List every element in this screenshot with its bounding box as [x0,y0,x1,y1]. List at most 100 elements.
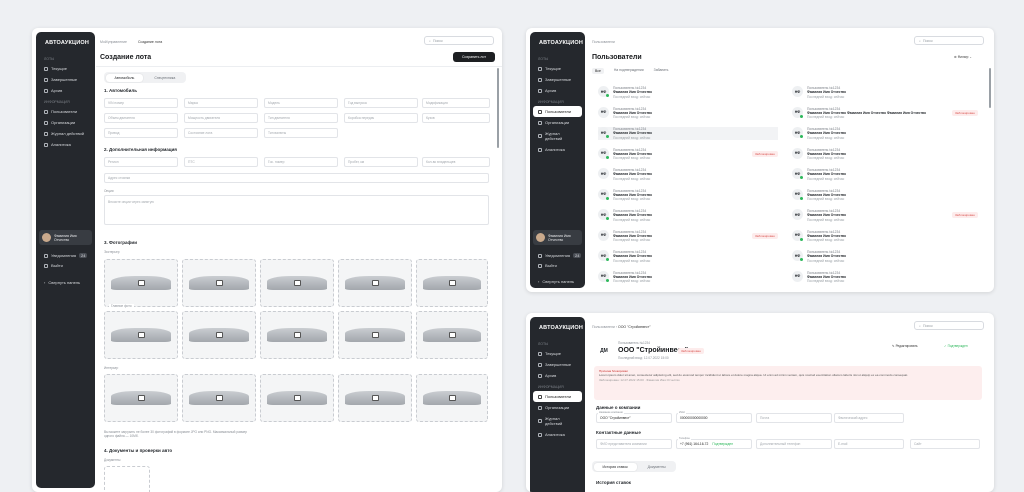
menu-item-users[interactable]: Пользователи [36,106,95,117]
menu-item-log[interactable]: Журнал действий [530,413,585,429]
form-field[interactable]: Год выпуска [344,98,418,108]
filter-button[interactable]: ⚙ Фильтр ⌄ [954,55,972,59]
scrollbar[interactable] [989,68,991,108]
company-field[interactable]: Фактический адрес [834,413,904,423]
form-field[interactable]: Тип двигателя [264,113,338,123]
form-field[interactable]: Привод [104,128,178,138]
collapse-button[interactable]: ‹ Свернуть панель [530,276,582,287]
form-field[interactable]: Объем двигателя [104,113,178,123]
user-row[interactable]: НФ Пользователь №1234 Фамилия Имя Отчество… [598,270,778,284]
photo-slot[interactable] [104,311,178,359]
menu-item-logout[interactable]: Выйти [530,260,565,271]
user-row[interactable]: НФ Пользователь №1234 Фамилия Имя Отчество… [792,270,972,284]
form-field[interactable]: Тип валюты [264,128,338,138]
menu-item-archive[interactable]: Архив [530,85,585,96]
user-row[interactable]: НФ Пользователь №1234 Фамилия Имя Отчество… [598,209,778,222]
menu-item-logout[interactable]: Выйти [36,260,71,271]
company-field[interactable]: Почта [756,413,832,423]
collapse-button[interactable]: ‹ Свернуть панель [36,277,88,288]
tab-documents[interactable]: Документы [639,463,675,471]
photo-slot[interactable] [104,374,178,422]
contact-field[interactable]: E-mail [834,439,904,449]
photo-slot[interactable] [338,374,412,422]
menu-item-archive[interactable]: Архив [36,85,95,96]
menu-item-org[interactable]: Организации [36,117,95,128]
user-row[interactable]: НФ Пользователь №1234 Фамилия Имя Отчество… [792,106,972,120]
tab-car[interactable]: Автомобиль [105,73,144,82]
user-row[interactable]: НФ Пользователь №1234 Фамилия Имя Отчество… [598,127,778,140]
form-field[interactable]: Гос. номер [264,157,338,167]
user-row[interactable]: НФ Пользователь №1234 Фамилия Имя Отчество… [598,168,778,181]
menu-item-users[interactable]: Пользователи [533,106,582,117]
form-field[interactable]: Кузов [422,113,490,123]
form-field[interactable]: Регион [104,157,178,167]
tab-0[interactable]: Все [592,68,604,74]
menu-item-log[interactable]: Журнал действий [36,128,95,139]
options-textarea[interactable]: Вносите опции через запятую [104,195,489,225]
user-row[interactable]: НФ Пользователь №1234 Фамилия Имя Отчество… [792,229,972,243]
user-row[interactable]: НФ Пользователь №1234 Фамилия Имя Отчество… [598,250,778,263]
form-field[interactable]: Модификация [422,98,490,108]
user-row[interactable]: НФ Пользователь №1234 Фамилия Имя Отчество… [598,188,778,202]
user-row[interactable]: НФ Пользователь №1234 Фамилия Имя Отчество… [598,229,778,243]
form-field[interactable]: Модель [264,98,338,108]
save-button[interactable]: Сохранить лот [453,52,495,62]
company-field[interactable]: ООО "Стройинвест" [596,413,672,423]
user-row[interactable]: НФ Пользователь №1234 Фамилия Имя Отчество… [792,188,972,202]
menu-item-trades[interactable]: Текущие [530,348,585,359]
form-field[interactable]: Кол-во владельцев [422,157,490,167]
user-row[interactable]: НФ Пользователь №1234 Фамилия Имя Отчество… [792,127,972,140]
breadcrumb[interactable]: Мой/управление [100,40,127,44]
crumb-users[interactable]: Пользователи [592,325,615,329]
photo-slot[interactable] [260,311,334,359]
form-field[interactable]: Мощность двигателя [184,113,258,123]
doc-upload[interactable] [104,466,150,492]
user-row[interactable]: НФ Пользователь №1234 Фамилия Имя Отчество… [792,168,972,181]
user-row[interactable]: НФ Пользователь №1234 Фамилия Имя Отчество… [598,106,778,120]
user-card[interactable]: Фамилия Имя Отчество [533,230,582,245]
user-row[interactable]: НФ Пользователь №1234 Фамилия Имя Отчество… [792,147,972,161]
breadcrumb[interactable]: Пользователи › ООО "Стройинвест" [592,325,651,329]
user-row[interactable]: НФ Пользователь №1234 Фамилия Имя Отчество… [598,147,778,161]
menu-item-users[interactable]: Пользователи [533,391,582,402]
menu-item-analytics[interactable]: Аналитика [530,144,585,155]
photo-slot[interactable] [260,259,334,307]
search-input[interactable]: ⌕ Поиск [424,36,494,45]
tab-special[interactable]: Спецтехника [145,74,184,82]
form-field[interactable]: Коробка передач [344,113,418,123]
photo-slot[interactable] [338,259,412,307]
photo-slot[interactable] [182,259,256,307]
form-field[interactable]: ПТС [184,157,258,167]
menu-item-analytics[interactable]: Аналитика [36,139,95,150]
user-card[interactable]: Фамилия Имя Отчество [39,230,92,245]
user-row[interactable]: НФ Пользователь №1234 Фамилия Имя Отчество… [598,86,778,99]
photo-slot[interactable] [104,259,178,307]
search-input[interactable]: ⌕ Поиск [914,36,984,45]
user-row[interactable]: НФ Пользователь №1234 Фамилия Имя Отчество… [792,250,972,263]
search-input[interactable]: ⌕ Поиск [914,321,984,330]
form-field[interactable]: VIN номер [104,98,178,108]
photo-slot[interactable] [416,311,488,359]
menu-item-finished[interactable]: Завершенные [36,74,95,85]
contact-field[interactable]: +7 (961) 164-16-72 Подтвержден [676,439,752,449]
menu-item-trades[interactable]: Текущие [36,63,95,74]
photo-slot[interactable] [416,374,488,422]
photo-slot[interactable] [338,311,412,359]
form-field[interactable]: Марка [184,98,258,108]
menu-item-log[interactable]: Журнал действий [530,128,585,144]
tab-history[interactable]: История ставок [593,462,637,471]
company-field[interactable]: 000000000000000 [676,413,752,423]
scrollbar[interactable] [497,68,499,148]
user-row[interactable]: НФ Пользователь №1234 Фамилия Имя Отчество… [792,209,972,222]
menu-item-finished[interactable]: Завершенные [530,74,585,85]
menu-item-archive[interactable]: Архив [530,370,585,381]
contact-field[interactable]: Сайт [910,439,980,449]
contact-field[interactable]: Дополнительный телефон [756,439,832,449]
form-field[interactable]: Пробег, км [344,157,418,167]
menu-item-org[interactable]: Организации [530,402,585,413]
contact-field[interactable]: ФИО представителя компании [596,439,672,449]
tab-2[interactable]: Забанить [654,68,669,74]
tab-1[interactable]: На подтверждении [614,68,644,74]
photo-slot[interactable] [416,259,488,307]
menu-item-trades[interactable]: Текущие [530,63,585,74]
